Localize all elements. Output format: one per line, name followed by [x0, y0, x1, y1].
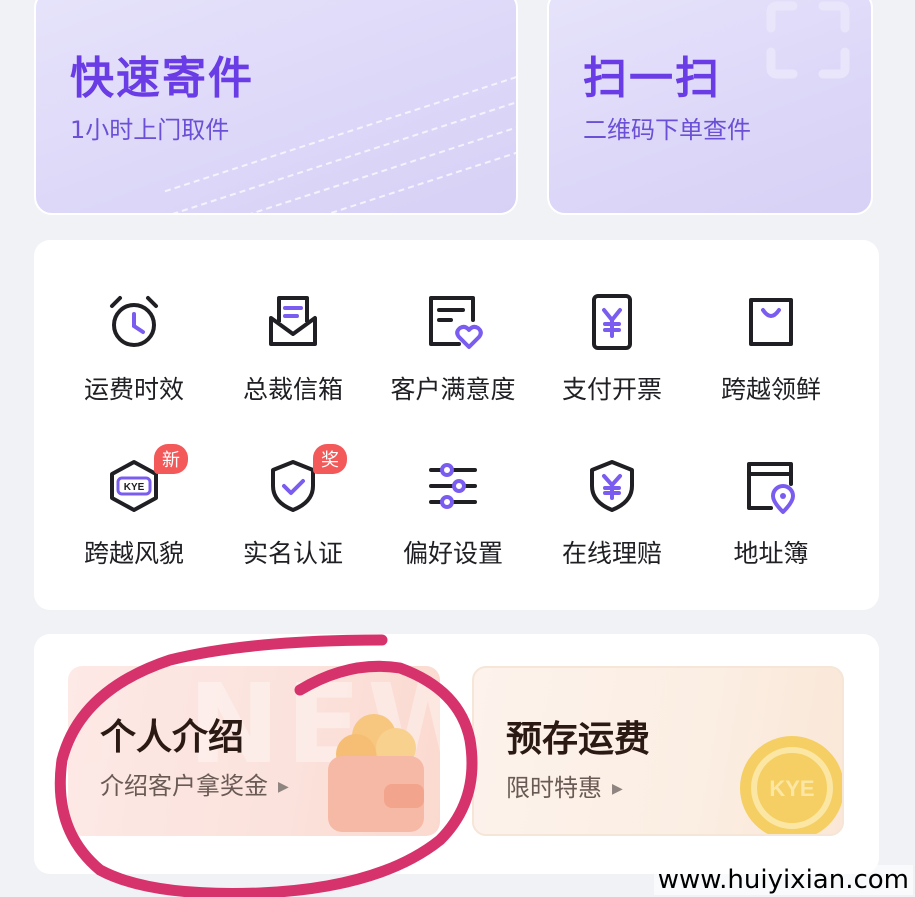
quick-send-title: 快速寄件 — [70, 53, 254, 104]
arrow-right-icon: ▶ — [612, 781, 623, 797]
shield-yuan-icon — [582, 456, 642, 516]
grid-item-label: 总裁信箱 — [242, 375, 343, 404]
grid-item-label: 客户满意度 — [390, 375, 516, 404]
gold-coin-icon: KYE — [740, 736, 842, 834]
shield-check-icon: 奖 — [263, 444, 347, 516]
kye-hexagon-icon: KYE 新 — [104, 444, 188, 516]
scan-card[interactable]: 扫一扫 二维码下单查件 — [547, 0, 873, 215]
referral-title: 个人介绍 — [100, 717, 245, 758]
sliders-icon — [423, 456, 483, 516]
prepay-promo-card[interactable]: KYE 预存运费 限时特惠 ▶ — [472, 666, 844, 836]
prepay-subtitle: 限时特惠 ▶ — [506, 774, 623, 802]
alarm-clock-icon — [104, 292, 164, 352]
feedback-heart-icon — [423, 292, 483, 352]
shopping-bag-icon — [741, 292, 801, 352]
address-location-icon — [741, 456, 801, 516]
grid-item-label: 地址簿 — [733, 539, 809, 568]
grid-item-label: 实名认证 — [242, 539, 343, 568]
grid-item-label: 跨越风貌 — [83, 539, 184, 568]
referral-subtitle: 介绍客户拿奖金 ▶ — [100, 772, 289, 800]
prepay-title: 预存运费 — [506, 719, 651, 760]
grid-item-kye-fresh[interactable]: 跨越领鲜 — [691, 288, 851, 408]
scan-subtitle: 二维码下单查件 — [583, 116, 751, 144]
grid-item-preferences[interactable]: 偏好设置 — [373, 452, 533, 572]
app-home-page: 快速寄件 1小时上门取件 扫一扫 二维码下单查件 运费时效 总裁信箱 客户满意度… — [0, 0, 915, 897]
grid-item-label: 支付开票 — [561, 375, 662, 404]
mail-envelope-icon — [263, 292, 323, 352]
arrow-right-icon: ▶ — [278, 779, 289, 795]
grid-item-online-claims[interactable]: 在线理赔 — [532, 452, 692, 572]
yuan-invoice-icon — [582, 292, 642, 352]
kye-logo-text: KYE — [124, 482, 145, 493]
grid-item-label: 跨越领鲜 — [720, 375, 821, 404]
site-watermark: www.huiyixian.com — [653, 865, 913, 895]
coin-logo-text: KYE — [769, 776, 814, 801]
grid-item-address-book[interactable]: 地址簿 — [691, 452, 851, 572]
quick-send-subtitle: 1小时上门取件 — [70, 116, 230, 144]
new-badge: 新 — [154, 444, 188, 474]
grid-item-kye-style[interactable]: KYE 新 跨越风貌 — [54, 444, 214, 572]
reward-badge: 奖 — [313, 444, 347, 474]
referral-promo-card[interactable]: NEW 个人介绍 介绍客户拿奖金 ▶ — [68, 666, 440, 836]
grid-item-payment-invoice[interactable]: 支付开票 — [532, 288, 692, 408]
scan-frame-icon — [766, 1, 850, 79]
feature-grid: 运费时效 总裁信箱 客户满意度 支付开票 跨越领鲜 KYE 新 跨越风貌 奖 实… — [34, 240, 879, 610]
grid-item-real-name-auth[interactable]: 奖 实名认证 — [213, 444, 373, 572]
grid-item-label: 在线理赔 — [561, 539, 662, 568]
grid-item-satisfaction[interactable]: 客户满意度 — [373, 288, 533, 408]
wallet-coins-icon — [328, 714, 424, 832]
promo-section: NEW 个人介绍 介绍客户拿奖金 ▶ KYE 预存运费 限时特惠 ▶ — [34, 634, 879, 874]
quick-send-card[interactable]: 快速寄件 1小时上门取件 — [34, 0, 518, 215]
scan-title: 扫一扫 — [583, 53, 721, 104]
grid-item-label: 偏好设置 — [402, 539, 503, 568]
grid-item-shipping-time[interactable]: 运费时效 — [54, 288, 214, 408]
grid-item-label: 运费时效 — [83, 375, 184, 404]
grid-item-ceo-mailbox[interactable]: 总裁信箱 — [213, 288, 373, 408]
